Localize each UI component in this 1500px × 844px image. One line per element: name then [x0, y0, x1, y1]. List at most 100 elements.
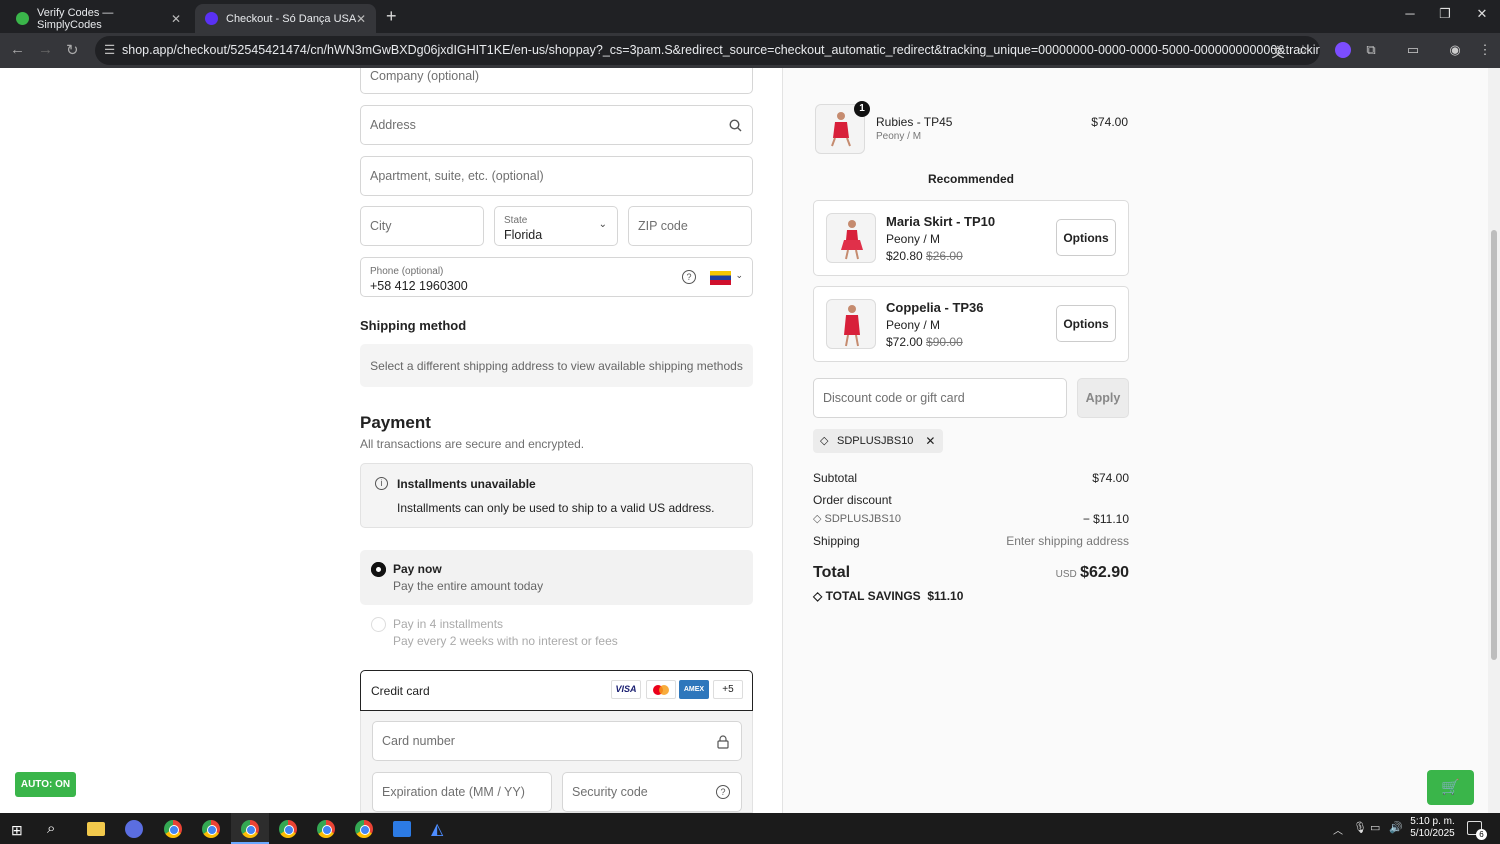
credit-card-option[interactable]: Credit card VISA AMEX +5 — [360, 670, 753, 711]
restore-icon[interactable]: ❐ — [1430, 6, 1460, 22]
volume-icon[interactable]: 🔊 — [1389, 821, 1403, 834]
file-explorer-icon[interactable] — [87, 822, 105, 836]
pay-in-4-option[interactable]: Pay in 4 installments Pay every 2 weeks … — [360, 615, 753, 655]
item-price: $74.00 — [1091, 115, 1128, 129]
card-number-field[interactable]: Card number — [372, 721, 742, 761]
url-text: shop.app/checkout/52545421474/cn/hWN3mGw… — [122, 43, 1320, 57]
radio-disabled[interactable] — [371, 617, 386, 632]
venezuela-flag-icon[interactable] — [710, 271, 731, 285]
subtotal-label: Subtotal — [813, 471, 858, 485]
security-code-field[interactable]: Security code ? — [562, 772, 742, 812]
extension-icon[interactable] — [1335, 42, 1351, 58]
recommended-name: Maria Skirt - TP10 — [886, 214, 996, 229]
shipping-message: Select a different shipping address to v… — [360, 344, 753, 387]
chevron-down-icon[interactable]: ⌄ — [735, 270, 743, 281]
recommended-old-price: $26.00 — [926, 249, 963, 263]
discount-code-input[interactable]: Discount code or gift card — [813, 378, 1067, 418]
shipping-message-text: Select a different shipping address to v… — [370, 358, 743, 373]
tab-label: Checkout - Só Dança USA — [226, 12, 357, 25]
total-value: $62.90 — [1080, 564, 1129, 581]
options-button[interactable]: Options — [1056, 219, 1116, 256]
network-icon[interactable]: ▭ — [1370, 821, 1380, 834]
more-brands-badge: +5 — [713, 680, 743, 699]
checkout-page: Company (optional) Address Apartment, su… — [0, 68, 1488, 813]
zip-placeholder: ZIP code — [638, 219, 688, 233]
translate-icon[interactable]: 文 — [1270, 42, 1286, 60]
city-field[interactable]: City — [360, 206, 484, 246]
pay-now-option[interactable]: Pay now Pay the entire amount today — [360, 550, 753, 605]
help-icon[interactable]: ? — [682, 270, 696, 284]
credit-card-label: Credit card — [371, 684, 430, 698]
pay-now-title: Pay now — [393, 562, 442, 576]
bookmark-star-icon[interactable]: ☆ — [1295, 42, 1311, 58]
city-placeholder: City — [370, 219, 392, 233]
menu-icon[interactable]: ⋮ — [1477, 42, 1493, 58]
discount-code-row: ◇ SDPLUSJBS10 − $11.10 — [813, 512, 1129, 526]
quantity-badge: 1 — [854, 101, 870, 117]
expiry-field[interactable]: Expiration date (MM / YY) — [372, 772, 552, 812]
address-placeholder: Address — [370, 118, 416, 132]
clock-time: 5:10 p. m. — [1410, 816, 1455, 827]
item-variant: Peony / M — [876, 131, 922, 142]
app-icon[interactable]: ◭ — [431, 819, 443, 839]
zip-field[interactable]: ZIP code — [628, 206, 752, 246]
pay-in-4-subtitle: Pay every 2 weeks with no interest or fe… — [393, 634, 618, 648]
chrome-icon[interactable] — [317, 820, 335, 838]
auto-on-badge[interactable]: AUTO: ON — [15, 772, 76, 797]
discount-tag-label: SDPLUSJBS10 — [837, 435, 914, 447]
remove-icon[interactable]: ✕ — [925, 429, 935, 453]
radio-selected[interactable] — [371, 562, 386, 577]
window-close-icon[interactable]: ✕ — [1467, 6, 1497, 22]
recommended-item: Coppelia - TP36 Peony / M $72.00 $90.00 … — [813, 286, 1129, 362]
new-tab-icon[interactable]: + — [386, 6, 397, 27]
recommended-old-price: $90.00 — [926, 335, 963, 349]
apply-button[interactable]: Apply — [1077, 378, 1129, 418]
cart-extension-button[interactable]: 🛒 — [1427, 770, 1474, 805]
state-select[interactable]: State Florida ⌄ — [494, 206, 618, 246]
tab-checkout[interactable]: Checkout - Só Dança USA ✕ — [195, 4, 376, 33]
address-bar[interactable]: ☰ shop.app/checkout/52545421474/cn/hWN3m… — [95, 36, 1320, 65]
app-icon[interactable] — [125, 820, 143, 838]
chrome-icon[interactable] — [241, 820, 259, 838]
tray-chevron-icon[interactable]: ︿ — [1333, 822, 1343, 837]
mail-icon[interactable] — [393, 821, 411, 837]
windows-start-icon[interactable]: ⊞ — [11, 822, 23, 839]
scrollbar-thumb[interactable] — [1491, 230, 1497, 660]
tag-icon: ◇ — [813, 589, 826, 603]
page-scrollbar[interactable] — [1488, 68, 1500, 813]
chrome-icon[interactable] — [279, 820, 297, 838]
card-number-placeholder: Card number — [382, 734, 455, 748]
phone-field[interactable]: Phone (optional) +58 412 1960300 ? ⌄ — [360, 257, 753, 297]
search-icon[interactable]: ⌕ — [47, 820, 55, 837]
microphone-icon[interactable]: 🎙 — [1353, 821, 1367, 834]
site-settings-icon[interactable]: ☰ — [104, 36, 115, 65]
chrome-icon[interactable] — [164, 820, 182, 838]
clock[interactable]: 5:10 p. m. 5/10/2025 — [1405, 816, 1460, 840]
company-field[interactable]: Company (optional) — [360, 68, 753, 94]
total-label: Total — [813, 564, 851, 581]
extensions-puzzle-icon[interactable]: ⧉ — [1363, 42, 1379, 58]
product-image — [826, 213, 876, 263]
profile-icon[interactable]: ◉ — [1447, 42, 1463, 58]
tab-verify-codes[interactable]: Verify Codes — SimplyCodes ✕ — [6, 4, 191, 33]
cast-icon[interactable]: ▭ — [1405, 42, 1421, 58]
shipping-row: Shipping Enter shipping address — [813, 534, 1129, 548]
tag-icon: ◇ — [813, 513, 825, 525]
phone-label: Phone (optional) — [370, 266, 444, 277]
apartment-placeholder: Apartment, suite, etc. (optional) — [370, 169, 544, 183]
close-icon[interactable]: ✕ — [356, 12, 366, 26]
help-icon[interactable]: ? — [716, 785, 730, 799]
close-icon[interactable]: ✕ — [171, 12, 181, 26]
minimize-icon[interactable]: ─ — [1395, 6, 1425, 21]
recommended-price: $20.80 — [886, 249, 923, 263]
chrome-icon[interactable] — [202, 820, 220, 838]
order-discount-row: Order discount — [813, 493, 1129, 507]
forward-icon[interactable]: → — [38, 41, 53, 58]
back-icon[interactable]: ← — [10, 41, 25, 58]
options-button[interactable]: Options — [1056, 305, 1116, 342]
taskbar: ⊞ ⌕ ◭ ︿ 🎙 ▭ 🔊 5:10 p. m. 5/10/2025 6 — [0, 813, 1500, 844]
apartment-field[interactable]: Apartment, suite, etc. (optional) — [360, 156, 753, 196]
address-field[interactable]: Address — [360, 105, 753, 145]
chrome-icon[interactable] — [355, 820, 373, 838]
reload-icon[interactable]: ↻ — [66, 41, 79, 59]
